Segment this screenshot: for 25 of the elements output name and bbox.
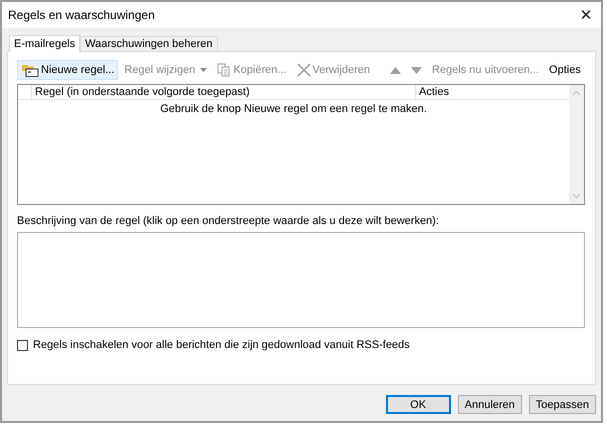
description-label: Beschrijving van de regel (klik op een onderstreepte waarde als u deze wilt bewerken): [17, 215, 440, 229]
checkbox[interactable] [17, 340, 28, 350]
dialog-button[interactable]: Toepassen [528, 395, 596, 414]
tab[interactable]: Waarschuwingen beheren [80, 36, 218, 51]
empty-message: Gebruik de knop Nieuwe regel om een regel te maken. [160, 103, 427, 115]
checkbox-label: Regels inschakelen voor alle berichten die zijn gedownload vanuit RSS-feeds [33, 339, 410, 351]
caret-icon [200, 68, 208, 72]
tab[interactable]: E-mailregels [9, 35, 80, 52]
toolbar-button[interactable]: Opties [545, 60, 585, 80]
scroll-up-icon[interactable] [572, 90, 581, 96]
toolbar-button[interactable]: Nieuwe regel... [17, 60, 118, 80]
column-header[interactable]: Regel (in onderstaande volgorde toegepast) [32, 85, 416, 99]
dialog-button[interactable]: OK [386, 395, 451, 414]
scrollbar[interactable] [569, 85, 584, 204]
copy-icon [217, 63, 232, 77]
column-header[interactable]: Acties [416, 85, 569, 99]
description-box[interactable] [17, 232, 585, 328]
down-arrow-icon [411, 66, 422, 74]
dialog-button[interactable]: Annuleren [458, 395, 522, 414]
folder-icon [21, 63, 39, 77]
delete-icon [296, 63, 311, 77]
close-button[interactable]: ✕ [571, 3, 601, 27]
up-arrow-icon [390, 66, 401, 74]
scroll-down-icon[interactable] [572, 193, 581, 199]
window-title: Regels en waarschuwingen [8, 8, 155, 22]
